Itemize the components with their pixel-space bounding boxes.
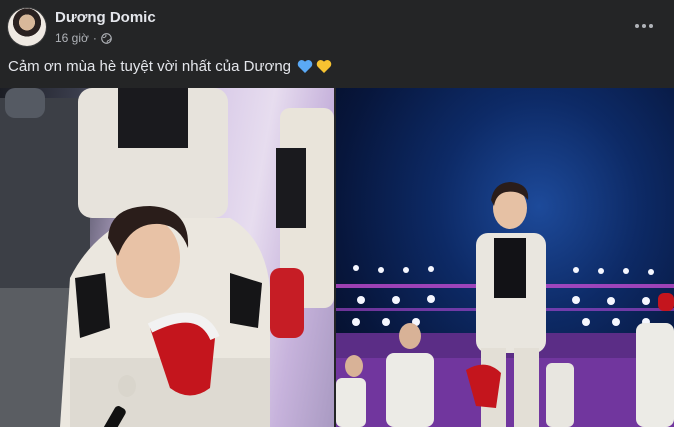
photo-2-illustration xyxy=(336,182,674,427)
post-timestamp[interactable]: 16 giờ xyxy=(55,31,89,45)
globe-icon[interactable] xyxy=(101,32,112,44)
post-photo-1[interactable] xyxy=(0,88,334,427)
post-meta: 16 giờ · xyxy=(55,31,112,45)
photo-1-illustration xyxy=(0,88,334,427)
post-photo-2[interactable] xyxy=(336,88,674,427)
caption-text: Cảm ơn mùa hè tuyệt vời nhất của Dương xyxy=(8,58,292,75)
post-header: Dương Domic 16 giờ · xyxy=(0,0,674,54)
author-avatar[interactable] xyxy=(8,8,46,46)
post-caption: Cảm ơn mùa hè tuyệt vời nhất của Dương xyxy=(8,58,332,75)
author-name[interactable]: Dương Domic xyxy=(55,9,156,26)
meta-separator: · xyxy=(92,31,97,45)
blue-heart-icon xyxy=(297,60,313,73)
more-options-icon[interactable] xyxy=(628,14,660,38)
yellow-heart-icon xyxy=(316,60,332,73)
